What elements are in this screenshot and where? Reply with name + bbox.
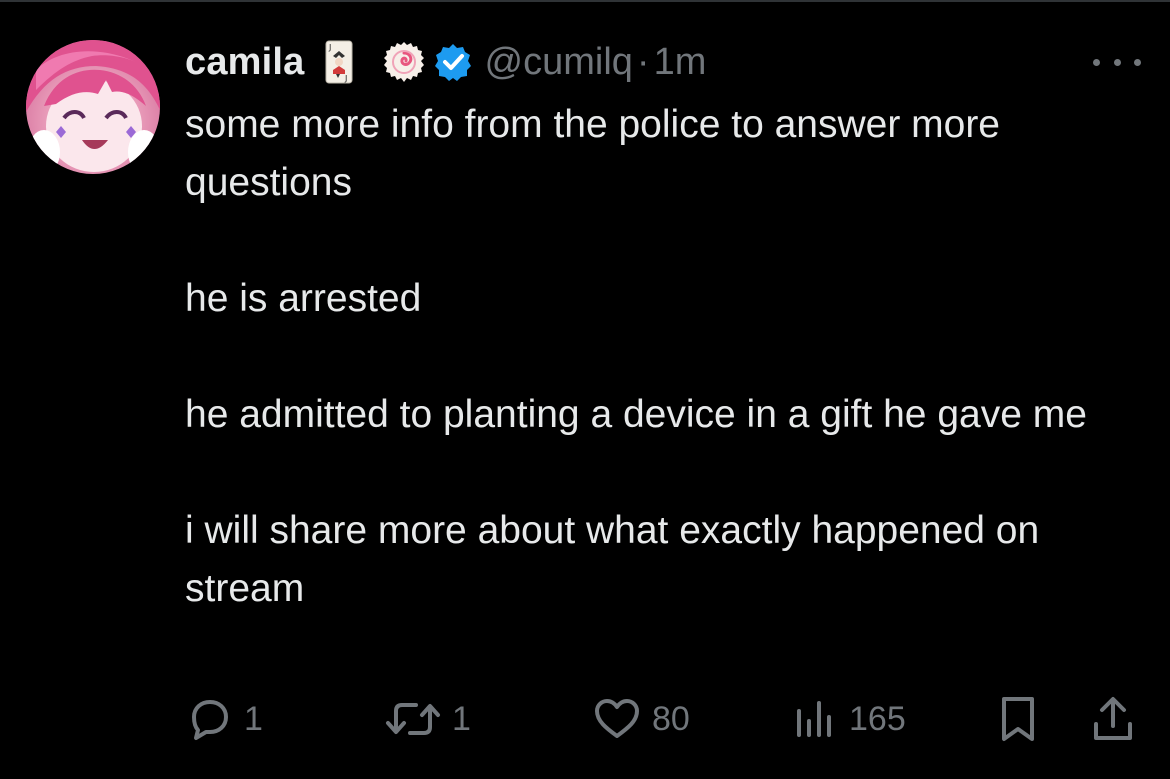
svg-text:J: J <box>328 43 331 52</box>
post-paragraph: he is arrested <box>185 277 422 320</box>
share-button[interactable] <box>1090 690 1136 748</box>
post-paragraph: some more info from the police to answer… <box>185 103 1001 204</box>
svg-text:J: J <box>344 74 347 83</box>
verified-badge-icon[interactable] <box>433 42 473 82</box>
reply-icon <box>192 700 228 740</box>
avatar[interactable] <box>26 40 160 174</box>
bookmark-button[interactable] <box>996 690 1040 748</box>
heart-icon <box>595 699 639 738</box>
display-name[interactable]: camila <box>185 41 305 84</box>
top-divider <box>0 0 1170 2</box>
repost-icon <box>386 703 440 735</box>
like-count: 80 <box>652 699 690 738</box>
post-text: some more info from the police to answer… <box>185 96 1145 618</box>
reply-count: 1 <box>244 699 263 738</box>
like-button[interactable]: 80 <box>592 690 690 748</box>
action-bar: 1 1 80 165 <box>0 690 1170 748</box>
more-options-icon[interactable] <box>1093 50 1141 74</box>
narutomaki-icon <box>383 41 425 83</box>
reply-button[interactable]: 1 <box>186 690 263 748</box>
user-handle[interactable]: @cumilq <box>485 41 633 84</box>
view-count: 165 <box>849 699 906 738</box>
header-separator: · <box>636 40 650 83</box>
joker-card-icon: J J <box>325 40 353 84</box>
post-paragraph: he admitted to planting a device in a gi… <box>185 393 1087 436</box>
repost-count: 1 <box>452 699 471 738</box>
share-icon <box>1094 697 1132 740</box>
post-header: camila J J @cumilq · 1m <box>185 36 706 88</box>
views-chart-icon <box>797 701 831 737</box>
repost-button[interactable]: 1 <box>384 690 471 748</box>
post-paragraph: i will share more about what exactly hap… <box>185 509 1040 610</box>
views-button[interactable]: 165 <box>793 690 906 748</box>
bookmark-icon <box>1002 697 1034 741</box>
post-timestamp[interactable]: 1m <box>654 41 707 84</box>
